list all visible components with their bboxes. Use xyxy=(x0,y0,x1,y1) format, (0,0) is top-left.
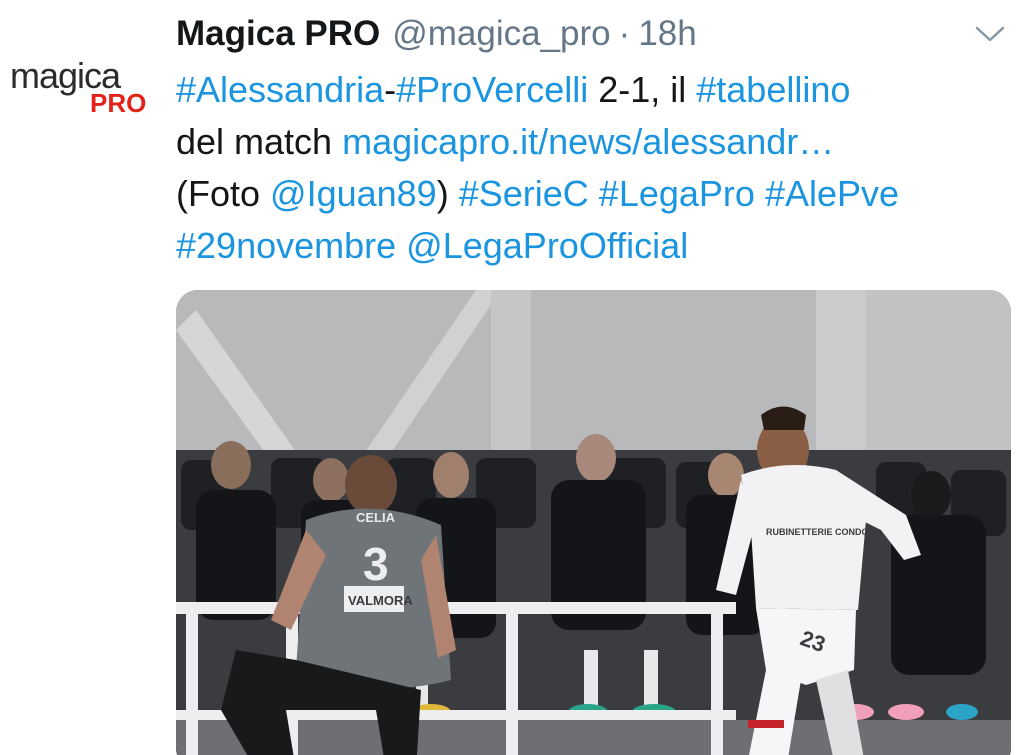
tweet[interactable]: magica PRO Magica PRO @magica_pro · 18h … xyxy=(0,0,1024,755)
hashtag-29novembre[interactable]: #29novembre xyxy=(176,225,396,266)
foto-close: ) xyxy=(436,173,459,214)
hashtag-tabellino[interactable]: #tabellino xyxy=(696,69,850,110)
hashtag-alessandria[interactable]: #Alessandria xyxy=(176,69,384,110)
tweet-line-4: #29novembre @LegaProOfficial xyxy=(176,220,1006,272)
hashtag-provercelli[interactable]: #ProVercelli xyxy=(396,69,588,110)
avatar-logo-bottom: PRO xyxy=(90,88,147,118)
article-link[interactable]: magicapro.it/news/alessandr… xyxy=(342,121,834,162)
separator-dot: · xyxy=(618,14,631,53)
hashtag-alepve[interactable]: #AlePve xyxy=(765,173,899,214)
player1-sponsor: VALMORA xyxy=(348,593,413,608)
author-name[interactable]: Magica PRO xyxy=(176,14,380,54)
tweet-line-1: #Alessandria-#ProVercelli 2-1, il #tabel… xyxy=(176,64,1006,116)
tweet-line-3: (Foto @Iguan89) #SerieC #LegaPro #AlePve xyxy=(176,168,1006,220)
tweet-photo[interactable]: CELIA 3 VALMORA RUBINETTERIE CONDOR 23 xyxy=(176,290,1011,755)
mention-iguan89[interactable]: @Iguan89 xyxy=(270,173,437,214)
tweet-text: #Alessandria-#ProVercelli 2-1, il #tabel… xyxy=(176,64,1006,272)
foto-open: (Foto xyxy=(176,173,271,214)
mention-legaproofficial[interactable]: @LegaProOfficial xyxy=(406,225,688,266)
player1-name: CELIA xyxy=(356,510,396,525)
tweet-header: Magica PRO @magica_pro · 18h xyxy=(176,14,697,58)
avatar[interactable]: magica PRO xyxy=(6,58,156,120)
football-match-photo: CELIA 3 VALMORA RUBINETTERIE CONDOR 23 xyxy=(176,290,1011,755)
score-text: 2-1, il xyxy=(588,69,697,110)
player1-number: 3 xyxy=(363,538,389,590)
player2-sponsor: RUBINETTERIE CONDOR xyxy=(766,527,876,537)
tweet-line-2: del match magicapro.it/news/alessandr… xyxy=(176,116,1006,168)
match-text: del match xyxy=(176,121,343,162)
hashtag-seriec[interactable]: #SerieC xyxy=(459,173,589,214)
timestamp[interactable]: 18h xyxy=(638,14,696,54)
chevron-down-icon[interactable] xyxy=(974,24,1006,44)
hashtag-legapro[interactable]: #LegaPro xyxy=(599,173,755,214)
dash: - xyxy=(384,69,397,110)
author-handle[interactable]: @magica_pro xyxy=(392,14,610,54)
